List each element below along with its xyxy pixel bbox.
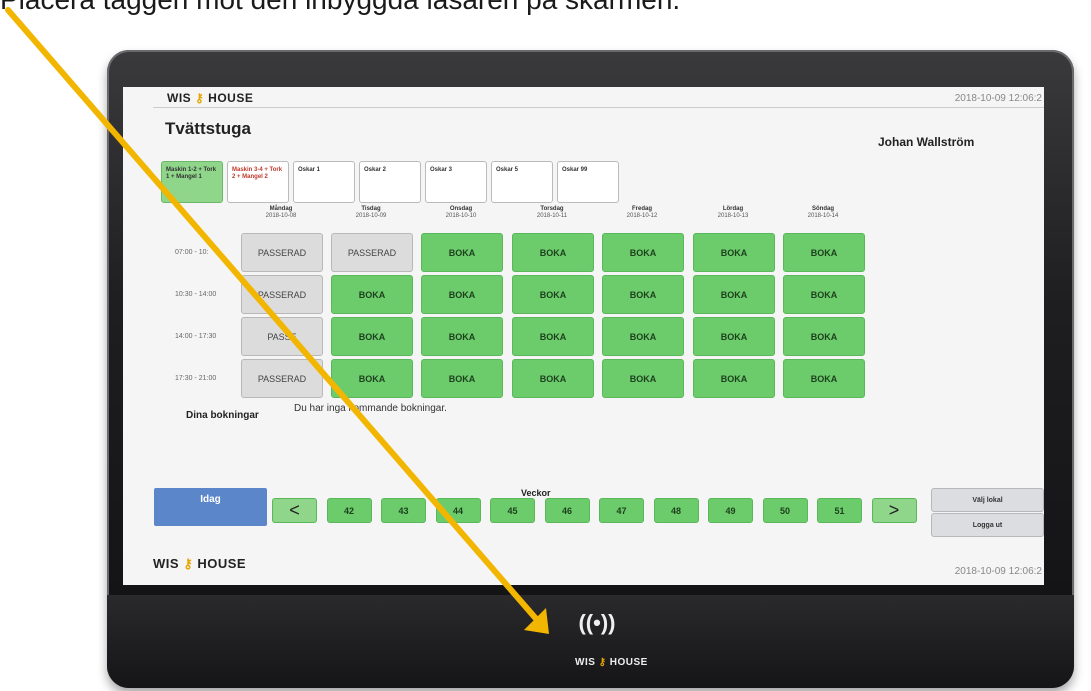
book-slot-button[interactable]: BOKA (693, 275, 775, 314)
tab-4[interactable]: Oskar 2 (359, 161, 421, 203)
kiosk-screen: WIS ⚷ HOUSE 2018-10-09 12:06:2 Tvättstug… (123, 87, 1044, 585)
wis-house-footer-logo: WIS ⚷ HOUSE (153, 556, 247, 571)
book-slot-button[interactable]: BOKA (512, 359, 594, 398)
week-button[interactable]: 48 (653, 498, 699, 523)
book-slot-button[interactable]: BOKA (783, 233, 865, 272)
book-slot-button[interactable]: BOKA (421, 275, 503, 314)
week-button[interactable]: 43 (381, 498, 426, 523)
weeks-label: Veckor (521, 488, 551, 498)
day-header: Fredag 2018-10-12 (602, 206, 682, 220)
day-name: Lördag (722, 206, 744, 212)
day-date: 2018-10-10 (445, 213, 477, 219)
key-icon: ⚷ (195, 91, 205, 105)
time-slot-label: 07:00 - 10: (175, 249, 209, 256)
day-date: 2018-10-11 (536, 213, 568, 219)
day-date: 2018-10-09 (355, 213, 387, 219)
book-slot-button[interactable]: BOKA (783, 275, 865, 314)
day-date: 2018-10-14 (807, 213, 839, 219)
logout-button[interactable]: Logga ut (931, 513, 1044, 537)
day-header: Tisdag 2018-10-09 (331, 206, 411, 220)
book-slot-button[interactable]: BOKA (331, 359, 413, 398)
book-slot-button[interactable]: BOKA (331, 275, 413, 314)
tab-6[interactable]: Oskar 5 (491, 161, 553, 203)
prev-week-button[interactable]: < (272, 498, 317, 523)
header-divider (153, 107, 1044, 108)
day-header: Söndag 2018-10-14 (783, 206, 863, 220)
key-icon: ⚷ (183, 556, 194, 571)
day-date: 2018-10-13 (717, 213, 749, 219)
book-slot-button[interactable]: BOKA (331, 317, 413, 356)
book-slot-button[interactable]: BOKA (421, 233, 503, 272)
next-week-button[interactable]: > (871, 498, 917, 523)
book-slot-button[interactable]: BOKA (602, 317, 684, 356)
book-slot-button[interactable]: BOKA (421, 359, 503, 398)
book-slot-button[interactable]: BOKA (602, 275, 684, 314)
user-name: Johan Wallström (878, 135, 975, 149)
passed-slot: PASSE (241, 317, 323, 356)
passed-slot: PASSERAD (241, 233, 323, 272)
book-slot-button[interactable]: BOKA (693, 317, 775, 356)
time-slot-label: 10:30 - 14:00 (175, 291, 217, 298)
book-slot-button[interactable]: BOKA (693, 359, 775, 398)
book-slot-button[interactable]: BOKA (512, 275, 594, 314)
nfc-reader-icon: ((•)) (578, 610, 616, 635)
day-name: Söndag (812, 206, 834, 212)
day-name: Tisdag (361, 206, 381, 212)
my-bookings-heading: Dina bokningar (186, 410, 259, 421)
day-name: Måndag (269, 206, 293, 212)
time-slot-label: 14:00 - 17:30 (175, 333, 217, 340)
week-button[interactable]: 49 (708, 498, 753, 523)
book-slot-button[interactable]: BOKA (602, 359, 684, 398)
header-datetime: 2018-10-09 12:06:2 (954, 93, 1042, 104)
passed-slot: PASSERAD (331, 233, 413, 272)
book-slot-button[interactable]: BOKA (421, 317, 503, 356)
week-button[interactable]: 42 (326, 498, 372, 523)
day-name: Torsdag (540, 206, 564, 212)
book-slot-button[interactable]: BOKA (512, 233, 594, 272)
day-name: Fredag (631, 206, 652, 212)
device-wis-house-logo: WIS ⚷ HOUSE (575, 657, 648, 668)
book-slot-button[interactable]: BOKA (512, 317, 594, 356)
tab-2[interactable]: Maskin 3-4 + Tork 2 + Mangel 2 (227, 161, 289, 203)
book-slot-button[interactable]: BOKA (783, 359, 865, 398)
day-header: Onsdag 2018-10-10 (421, 206, 501, 220)
passed-slot: PASSERAD (241, 275, 323, 314)
week-button[interactable]: 45 (490, 498, 535, 523)
book-slot-button[interactable]: BOKA (693, 233, 775, 272)
no-bookings-message: Du har inga kommande bokningar. (294, 403, 447, 414)
tab-5[interactable]: Oskar 3 (425, 161, 487, 203)
tab-3[interactable]: Oskar 1 (293, 161, 355, 203)
time-slot-label: 17:30 - 21:00 (175, 375, 217, 382)
week-button[interactable]: 47 (599, 498, 644, 523)
week-button[interactable]: 50 (762, 498, 808, 523)
key-icon: ⚷ (598, 657, 607, 668)
today-button[interactable]: Idag (154, 488, 267, 526)
tab-7[interactable]: Oskar 99 (557, 161, 619, 203)
book-slot-button[interactable]: BOKA (602, 233, 684, 272)
day-date: 2018-10-08 (265, 213, 297, 219)
footer-datetime: 2018-10-09 12:06:2 (954, 566, 1042, 577)
week-button[interactable]: 51 (817, 498, 862, 523)
day-header: Lördag 2018-10-13 (693, 206, 773, 220)
instruction-caption: Placera taggen mot den inbyggda läsaren … (0, 0, 1091, 16)
passed-slot: PASSERAD (241, 359, 323, 398)
wis-house-logo: WIS ⚷ HOUSE (167, 91, 254, 105)
day-header: Måndag 2018-10-08 (241, 206, 321, 220)
book-slot-button[interactable]: BOKA (783, 317, 865, 356)
select-room-button[interactable]: Välj lokal (931, 488, 1044, 512)
day-date: 2018-10-12 (626, 213, 658, 219)
tab-1[interactable]: Maskin 1-2 + Tork 1 + Mangel 1 (161, 161, 223, 203)
page-title: Tvättstuga (165, 119, 251, 138)
day-name: Onsdag (449, 206, 473, 212)
week-button[interactable]: 46 (544, 498, 590, 523)
day-header: Torsdag 2018-10-11 (512, 206, 592, 220)
week-button[interactable]: 44 (435, 498, 481, 523)
